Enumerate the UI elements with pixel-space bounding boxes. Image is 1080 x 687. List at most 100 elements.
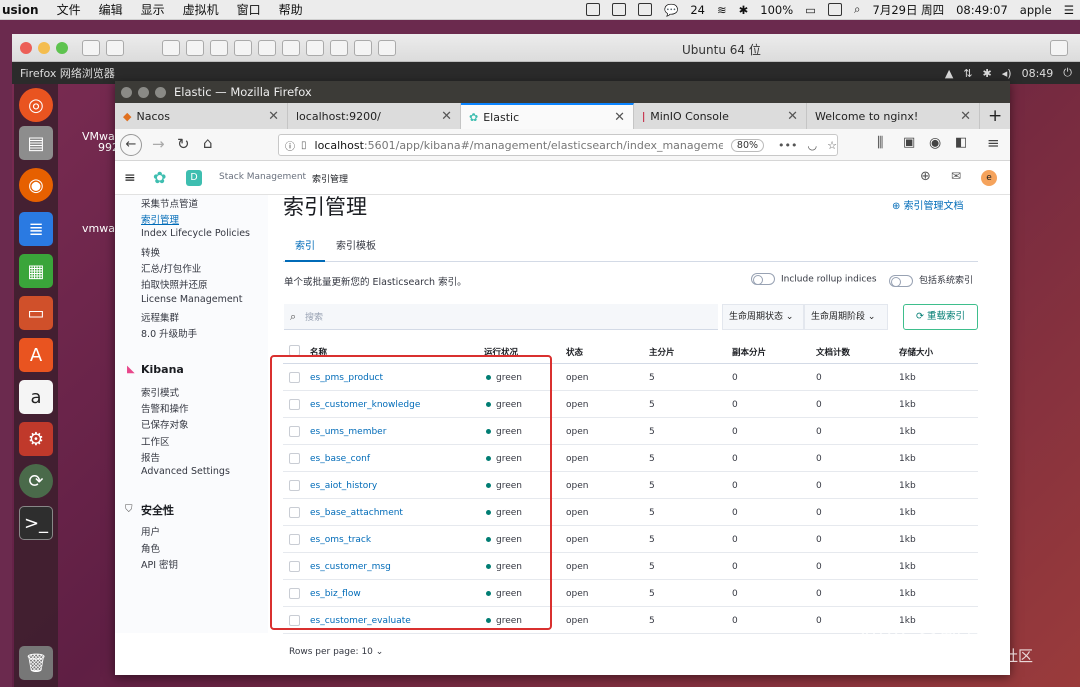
usb-icon[interactable] (330, 39, 348, 56)
bookmark-star-icon[interactable]: ☆ (827, 139, 837, 152)
url-bar[interactable]: ⓘ ▯ localhost:5601/app/kibana#/managemen… (278, 134, 838, 156)
close-dot-icon[interactable] (20, 41, 32, 54)
fullscreen-icon[interactable] (1050, 40, 1068, 56)
search-input[interactable]: ⌕ 搜索 (284, 304, 718, 330)
zoom-dot-icon[interactable] (56, 41, 68, 54)
tab-nacos[interactable]: ◆ Nacos ✕ (115, 103, 288, 129)
sidebar-item-ilm[interactable]: Index Lifecycle Policies (141, 228, 250, 239)
sidebar-item-remote-clusters[interactable]: 远程集群 (141, 310, 179, 324)
writer-icon[interactable]: ≣ (19, 212, 53, 246)
sidebar-item-roles[interactable]: 角色 (141, 541, 160, 555)
system-settings-icon[interactable]: ⚙ (19, 422, 53, 456)
sidebar-item-advanced-settings[interactable]: Advanced Settings (141, 466, 230, 477)
toggle-switch[interactable] (751, 273, 775, 285)
sidebar-item-ingest-pipelines[interactable]: 采集节点管道 (141, 196, 198, 210)
close-tab-icon[interactable]: ✕ (268, 109, 279, 124)
sidebar-item-saved-objects[interactable]: 已保存对象 (141, 417, 189, 431)
tab-minio-console[interactable]: ǀ MinIO Console ✕ (634, 103, 807, 129)
tab-elastic[interactable]: ✿ Elastic ✕ (461, 103, 634, 129)
maximize-window-icon[interactable] (155, 86, 166, 98)
hdd-icon[interactable] (210, 39, 228, 56)
update-icon[interactable]: ▲ (945, 67, 953, 80)
software-updater-icon[interactable]: ⟳ (19, 464, 53, 498)
file-manager-icon[interactable]: ▤ (19, 126, 53, 160)
sidebar-item-users[interactable]: 用户 (141, 524, 160, 538)
close-tab-icon[interactable]: ✕ (614, 110, 625, 125)
new-tab-button[interactable]: + (980, 103, 1010, 129)
help-icon[interactable]: ⊕ (920, 169, 931, 184)
menu-vm[interactable]: 虚拟机 (183, 1, 219, 18)
trash-icon[interactable]: 🗑 (19, 646, 53, 680)
close-tab-icon[interactable]: ✕ (441, 109, 452, 124)
menu-list-icon[interactable]: ☰ (1064, 3, 1074, 17)
video-icon[interactable] (306, 39, 324, 56)
tab-indices[interactable]: 索引 (285, 238, 325, 262)
topbar-clock[interactable]: 08:49 (1022, 67, 1054, 80)
menu-edit[interactable]: 编辑 (99, 1, 123, 18)
close-tab-icon[interactable]: ✕ (960, 109, 971, 124)
menu-window[interactable]: 窗口 (237, 1, 261, 18)
code-icon[interactable] (186, 39, 204, 56)
column-header-replica[interactable]: 副本分片 (732, 346, 766, 358)
snapshot-icon[interactable] (106, 39, 124, 56)
network-icon[interactable]: ⇅ (963, 67, 972, 80)
impress-icon[interactable]: ▭ (19, 296, 53, 330)
user-share-icon[interactable] (234, 39, 252, 56)
account-icon[interactable]: ◉ (929, 135, 941, 151)
filter-lifecycle-phase[interactable]: 生命周期阶段 ⌄ (804, 304, 888, 330)
sidebar-item-snapshot-restore[interactable]: 拍取快照并还原 (141, 277, 208, 291)
toggle-switch[interactable] (889, 274, 913, 287)
menu-toggle-icon[interactable]: ≡ (124, 170, 136, 186)
elastic-logo-icon[interactable]: ✿ (153, 168, 166, 187)
terminal-icon[interactable]: >_ (19, 506, 53, 540)
reload-indices-button[interactable]: ⟳ 重载索引 (903, 304, 978, 330)
page-actions-icon[interactable]: ••• (778, 139, 797, 152)
camera-icon[interactable] (282, 39, 300, 56)
sidebar-toggle-icon[interactable]: ▣ (903, 135, 915, 150)
home-icon[interactable]: ⌂ (203, 134, 213, 152)
input-method-icon[interactable] (828, 3, 843, 16)
extension-icon[interactable]: ◧ (955, 135, 967, 150)
ubuntu-logo-icon[interactable]: ◎ (19, 88, 53, 122)
sidebar-item-rollup-jobs[interactable]: 汇总/打包作业 (141, 261, 201, 275)
share-icon[interactable] (354, 39, 372, 56)
hamburger-menu-icon[interactable]: ≡ (987, 134, 1000, 152)
amazon-icon[interactable]: a (19, 380, 53, 414)
back-chevron-icon[interactable] (378, 39, 396, 56)
wechat-icon[interactable]: 💬 (664, 3, 678, 17)
filter-lifecycle-status[interactable]: 生命周期状态 ⌄ (722, 304, 804, 330)
info-icon[interactable]: ⓘ (285, 138, 295, 153)
software-center-icon[interactable]: A (19, 338, 53, 372)
sidebar-item-api-keys[interactable]: API 密钥 (141, 557, 178, 571)
app-menu[interactable]: usion (2, 3, 39, 17)
search-icon[interactable]: ⌕ (854, 2, 860, 17)
audio-icon[interactable] (258, 39, 276, 56)
tab-nginx[interactable]: Welcome to nginx! ✕ (807, 103, 980, 129)
sidebar-item-index-patterns[interactable]: 索引模式 (141, 385, 179, 399)
close-window-icon[interactable] (121, 86, 132, 98)
battery-icon[interactable]: ▭ (805, 3, 816, 17)
sidebar-item-upgrade-assistant[interactable]: 8.0 升级助手 (141, 326, 197, 340)
power-icon[interactable]: ⏻ (1063, 66, 1072, 80)
user-name[interactable]: apple (1020, 3, 1052, 17)
docs-link[interactable]: ⊕ 索引管理文档 (892, 197, 964, 212)
breadcrumb-stack-management[interactable]: Stack Management (219, 172, 306, 182)
bluetooth-icon[interactable]: ✱ (739, 3, 749, 17)
reload-icon[interactable]: ↻ (177, 135, 190, 153)
desktop-icon-label[interactable]: vmwar (82, 222, 120, 235)
space-badge[interactable]: D (186, 170, 202, 186)
sidebar-item-alerts[interactable]: 告警和操作 (141, 401, 189, 415)
menu-file[interactable]: 文件 (57, 1, 81, 18)
column-header-docs[interactable]: 文档计数 (816, 346, 850, 358)
screen-icon[interactable] (612, 3, 627, 16)
newsfeed-icon[interactable]: ✉ (951, 169, 961, 183)
minimize-window-icon[interactable] (138, 86, 149, 98)
firefox-icon[interactable]: ◉ (19, 168, 53, 202)
menu-view[interactable]: 显示 (141, 1, 165, 18)
volume-icon[interactable]: ◂) (1002, 67, 1012, 80)
grid-icon[interactable] (638, 3, 653, 16)
sidebar-item-index-management[interactable]: 索引管理 (141, 212, 179, 226)
pause-icon[interactable] (82, 39, 100, 56)
menu-help[interactable]: 帮助 (279, 1, 303, 18)
sidebar-item-license[interactable]: License Management (141, 294, 242, 305)
